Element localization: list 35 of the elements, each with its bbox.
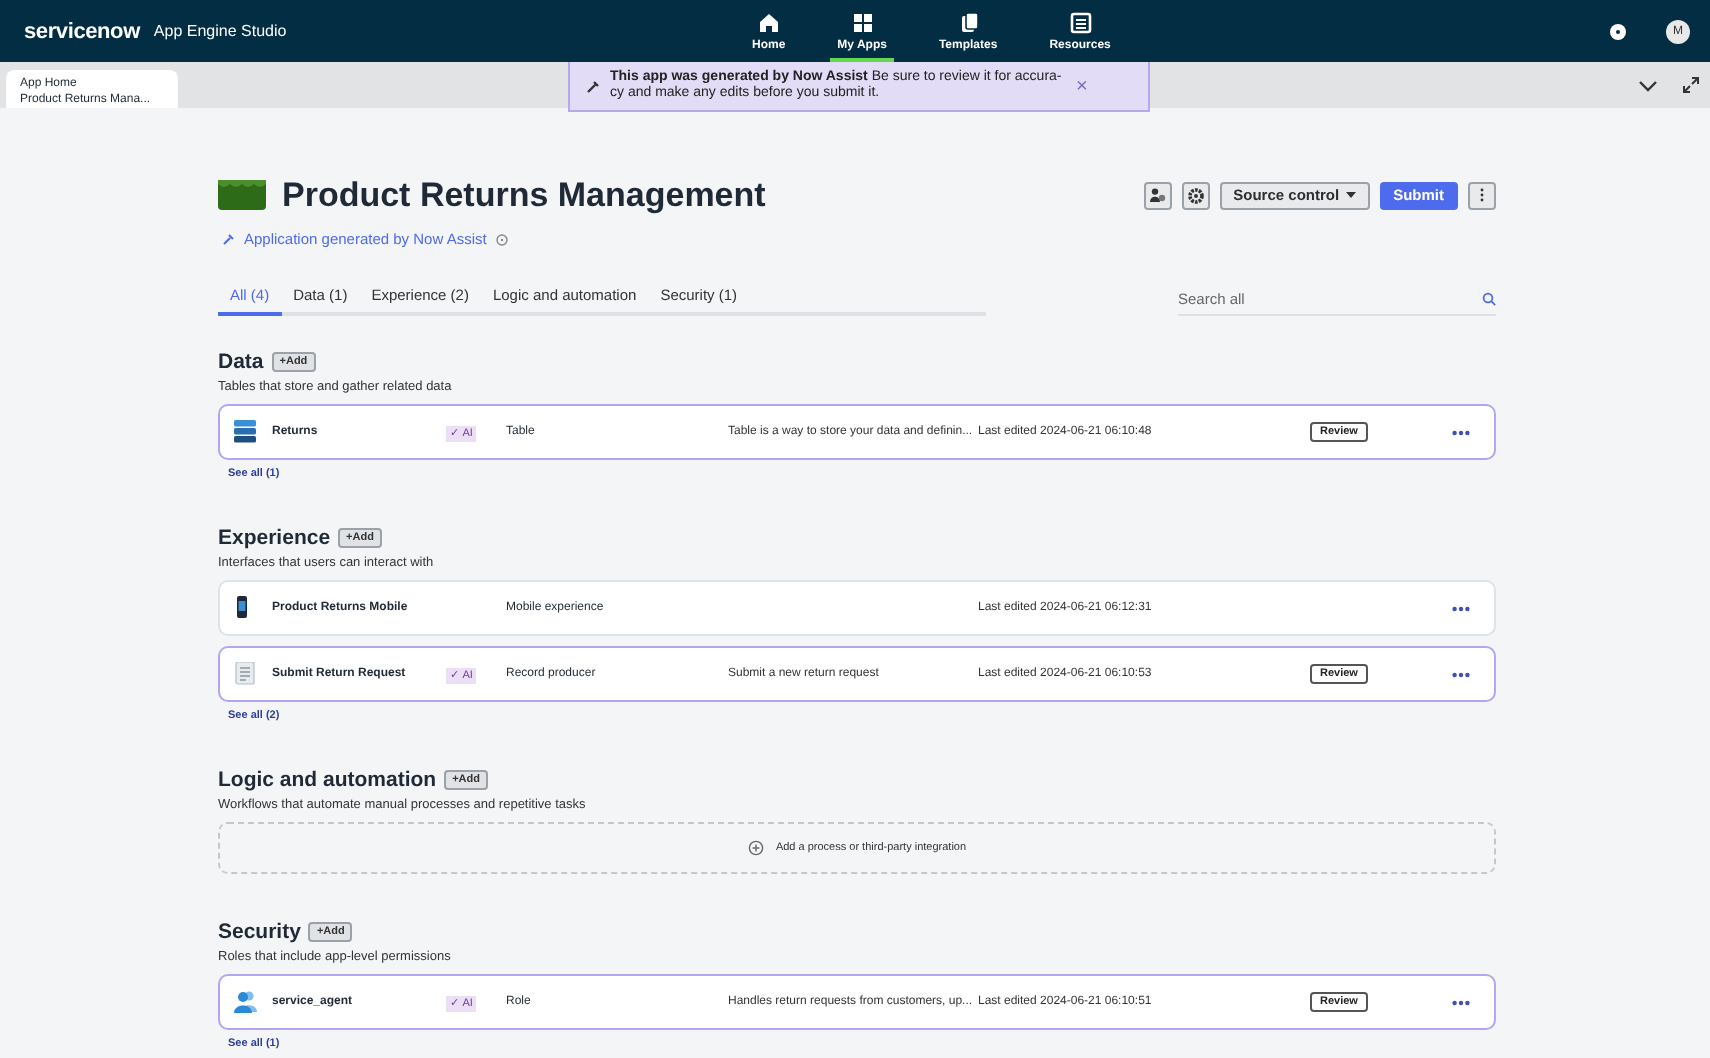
search-icon [1482,292,1496,306]
settings-icon [1187,187,1204,203]
info-icon [496,233,509,245]
ellipsis-icon [1452,429,1470,435]
home-icon [757,11,780,33]
section-title: Security [218,920,301,944]
chevron-down-icon [1638,79,1658,91]
person-icon [1149,188,1166,202]
settings-button[interactable] [1181,181,1210,209]
app-title: Product Returns Management [282,175,766,215]
app-icon [218,180,266,210]
product-name: App Engine Studio [153,22,287,40]
grid-icon [851,11,874,33]
more-button[interactable] [1452,671,1470,677]
pages-icon [957,11,980,33]
ellipsis-icon [1452,999,1470,1005]
book-icon [1069,11,1092,33]
more-button[interactable] [1452,429,1470,435]
help-icon [1610,23,1626,39]
expand-icon [1682,76,1700,94]
section-title: Experience [218,526,331,550]
ellipsis-icon [1452,671,1470,677]
ellipsis-icon [1452,605,1470,611]
more-button[interactable] [1452,999,1470,1005]
user-settings-button[interactable] [1143,181,1172,209]
document-icon [234,662,258,686]
database-icon [234,420,258,444]
people-icon [234,990,258,1014]
expand-button[interactable] [1678,72,1704,98]
brand-logo: servicenow [24,19,140,43]
caret-icon [1345,192,1356,198]
plus-circle-icon [747,840,764,856]
section-title: Data [218,350,264,374]
section-title: Logic and automation [218,768,437,792]
more-button[interactable] [1452,605,1470,611]
